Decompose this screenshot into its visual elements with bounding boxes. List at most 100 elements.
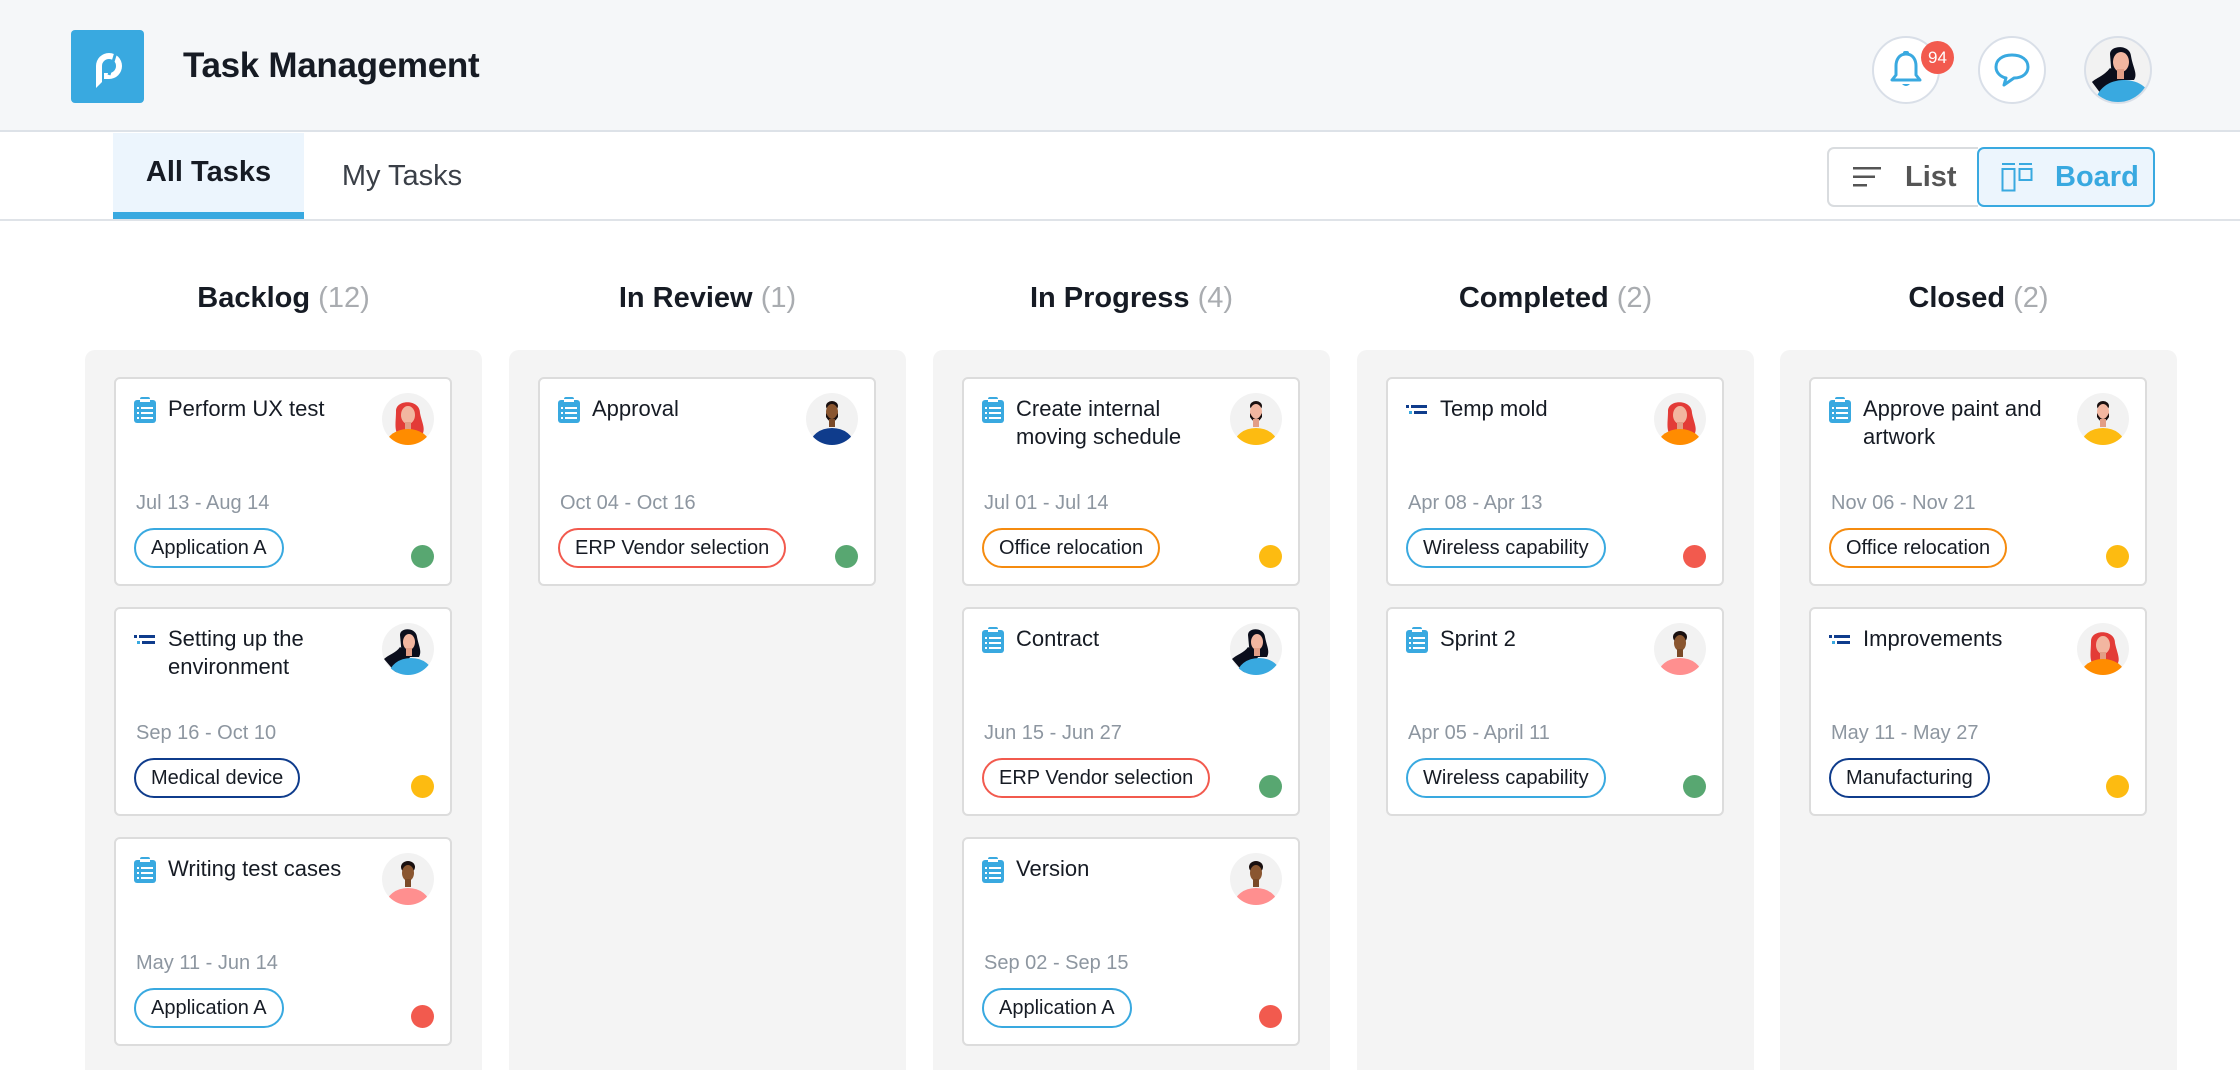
project-tag[interactable]: Office relocation xyxy=(1829,528,2008,568)
messages-button[interactable] xyxy=(1978,36,2046,104)
clipboard-icon xyxy=(558,397,580,423)
project-tag[interactable]: Application A xyxy=(134,988,284,1028)
task-title: Approve paint and artwork xyxy=(1863,396,2042,449)
clipboard-icon xyxy=(134,857,156,883)
subtask-list-icon xyxy=(134,627,156,653)
task-card[interactable]: Temp mold Apr 08 - Apr 13 Wireless capabil… xyxy=(1386,377,1724,586)
column-count: (4) xyxy=(1197,282,1234,314)
task-title: Perform UX test xyxy=(168,396,325,421)
status-dot xyxy=(411,1005,434,1028)
assignee-avatar[interactable] xyxy=(806,393,858,445)
list-view-button[interactable]: List xyxy=(1827,147,1978,207)
status-dot xyxy=(1683,775,1706,798)
column-header-backlog: Backlog (12) xyxy=(85,282,482,315)
app-header: Task Management 94 xyxy=(0,0,2240,132)
man-navy-shirt-avatar-icon xyxy=(810,401,854,445)
subtask-list-icon xyxy=(1829,627,1851,653)
task-dates: Oct 04 - Oct 16 xyxy=(560,492,696,514)
p-logo-icon[interactable] xyxy=(71,30,144,103)
task-card[interactable]: Approval Oct 04 - Oct 16 ERP Vendor select… xyxy=(538,377,876,586)
assignee-avatar[interactable] xyxy=(1230,623,1282,675)
notification-count-badge: 94 xyxy=(1921,41,1954,74)
column-title: In Review xyxy=(618,282,753,314)
task-dates: Sep 02 - Sep 15 xyxy=(984,952,1129,974)
clipboard-icon xyxy=(1829,397,1851,423)
project-tag[interactable]: Wireless capability xyxy=(1406,528,1606,568)
task-card[interactable]: Approve paint and artwork Nov 06 - Nov 21… xyxy=(1809,377,2147,586)
project-tag[interactable]: ERP Vendor selection xyxy=(982,758,1211,798)
assignee-avatar[interactable] xyxy=(1230,393,1282,445)
column-header-closed: Closed (2) xyxy=(1780,282,2177,315)
assignee-avatar[interactable] xyxy=(382,623,434,675)
task-card[interactable]: Version Sep 02 - Sep 15 Application A xyxy=(962,837,1300,1046)
project-tag[interactable]: Application A xyxy=(982,988,1132,1028)
project-tag[interactable]: ERP Vendor selection xyxy=(558,528,787,568)
man-pink-shirt-avatar-icon xyxy=(1234,861,1278,905)
clipboard-icon xyxy=(1406,627,1428,653)
column-header-in-progress: In Progress (4) xyxy=(933,282,1330,315)
board-view-button[interactable]: Board xyxy=(1977,147,2155,207)
woman-red-hair-avatar-icon xyxy=(1658,402,1702,445)
assignee-avatar[interactable] xyxy=(2077,623,2129,675)
task-card[interactable]: Contract Jun 15 - Jun 27 ERP Vendor select… xyxy=(962,607,1300,816)
task-title: Improvements xyxy=(1863,626,2003,651)
project-tag[interactable]: Office relocation xyxy=(982,528,1161,568)
project-tag[interactable]: Application A xyxy=(134,528,284,568)
assignee-avatar[interactable] xyxy=(1654,623,1706,675)
assignee-avatar[interactable] xyxy=(1654,393,1706,445)
project-tag[interactable]: Medical device xyxy=(134,758,301,798)
board-columns-icon xyxy=(2001,163,2033,192)
column-title: Closed xyxy=(1908,282,2006,314)
status-dot xyxy=(411,775,434,798)
task-card[interactable]: Setting up the environment Sep 16 - Oct 1… xyxy=(114,607,452,816)
clipboard-icon xyxy=(982,857,1004,883)
woman-dark-hair-avatar-icon xyxy=(1232,629,1281,675)
task-title: Sprint 2 xyxy=(1440,626,1516,651)
column-count: (12) xyxy=(318,282,370,314)
task-dates: Apr 05 - April 11 xyxy=(1408,722,1550,744)
task-card[interactable]: Improvements May 11 - May 27 Manufacturing xyxy=(1809,607,2147,816)
assignee-avatar[interactable] xyxy=(1230,853,1282,905)
task-dates: Jul 13 - Aug 14 xyxy=(136,492,270,514)
project-tag[interactable]: Wireless capability xyxy=(1406,758,1606,798)
man-pink-shirt-avatar-icon xyxy=(1658,631,1702,675)
status-dot xyxy=(2106,545,2129,568)
woman-red-hair-avatar-icon xyxy=(2081,632,2125,675)
task-card[interactable]: Create internal moving schedule Jul 01 - … xyxy=(962,377,1300,586)
task-title: Version xyxy=(1016,856,1090,881)
clipboard-icon xyxy=(982,397,1004,423)
task-dates: Sep 16 - Oct 10 xyxy=(136,722,277,744)
task-title: Setting up the environment xyxy=(168,626,304,679)
assignee-avatar[interactable] xyxy=(382,853,434,905)
task-card[interactable]: Writing test cases May 11 - Jun 14 Applica… xyxy=(114,837,452,1046)
task-title: Create internal moving schedule xyxy=(1016,396,1182,449)
list-label: List xyxy=(1905,160,1957,193)
task-dates: May 11 - Jun 14 xyxy=(136,952,278,974)
assignee-avatar[interactable] xyxy=(382,393,434,445)
status-dot xyxy=(1259,545,1282,568)
assignee-avatar[interactable] xyxy=(2077,393,2129,445)
task-title: Temp mold xyxy=(1440,396,1548,421)
task-dates: Jul 01 - Jul 14 xyxy=(984,492,1109,514)
man-pink-shirt-avatar-icon xyxy=(386,861,430,905)
column-title: Backlog xyxy=(197,282,311,314)
tab-all-tasks[interactable]: All Tasks xyxy=(113,133,304,219)
task-card[interactable]: Perform UX test Jul 13 - Aug 14 Applicatio… xyxy=(114,377,452,586)
clipboard-icon xyxy=(134,397,156,423)
status-dot xyxy=(1683,545,1706,568)
status-dot xyxy=(411,545,434,568)
tab-my-tasks[interactable]: My Tasks xyxy=(304,133,500,219)
status-dot xyxy=(2106,775,2129,798)
woman-red-hair-avatar-icon xyxy=(386,402,430,445)
task-dates: Nov 06 - Nov 21 xyxy=(1831,492,1976,514)
board-label: Board xyxy=(2055,160,2139,193)
project-tag[interactable]: Manufacturing xyxy=(1829,758,1990,798)
chat-bubble-icon xyxy=(1994,53,2030,87)
task-dates: Apr 08 - Apr 13 xyxy=(1408,492,1543,514)
user-avatar[interactable] xyxy=(2084,36,2152,104)
column-title: Completed xyxy=(1458,282,1609,314)
status-dot xyxy=(835,545,858,568)
man-yellow-shirt-avatar-icon xyxy=(2081,401,2125,445)
man-yellow-shirt-avatar-icon xyxy=(1234,401,1278,445)
task-card[interactable]: Sprint 2 Apr 05 - April 11 Wireless capabi… xyxy=(1386,607,1724,816)
